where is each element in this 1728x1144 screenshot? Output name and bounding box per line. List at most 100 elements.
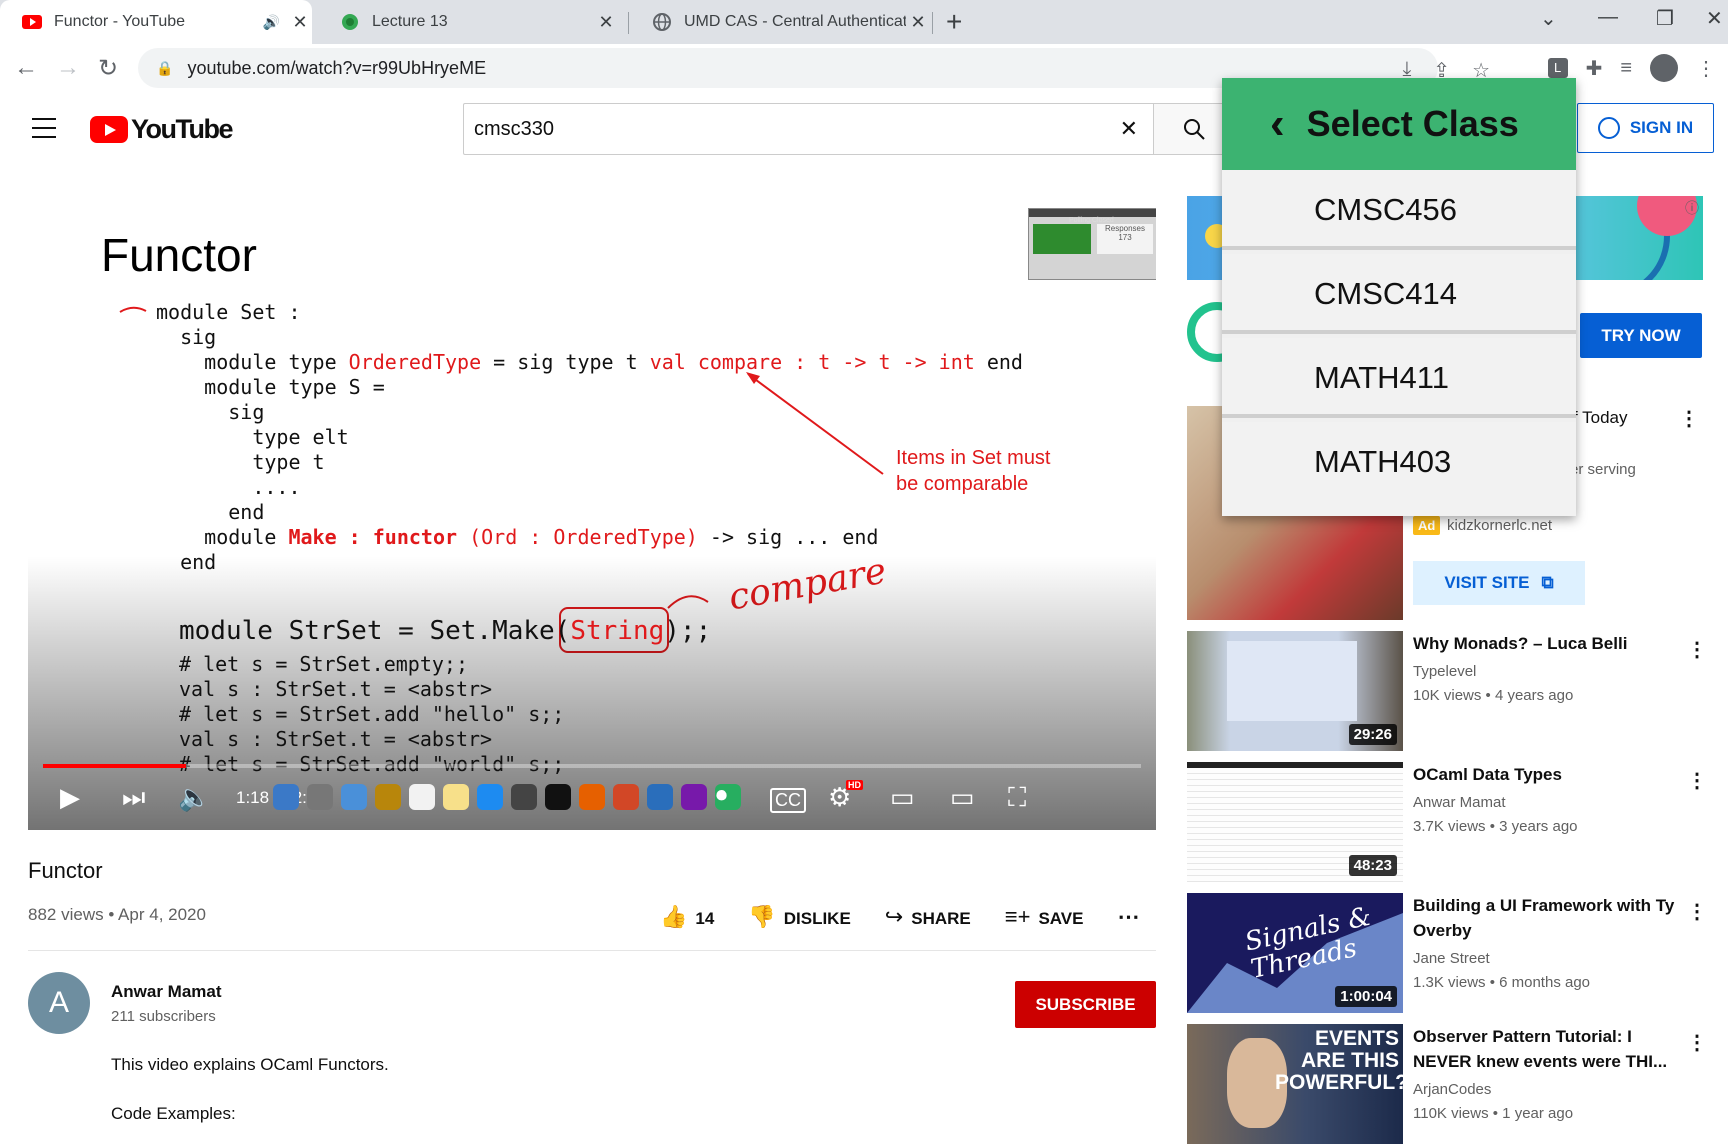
new-tab-icon[interactable]: +	[946, 6, 962, 38]
code-line: val s : StrSet.t = <abstr>	[179, 677, 493, 701]
more-options-icon[interactable]: ⋮	[1687, 768, 1707, 793]
extensions-puzzle-icon[interactable]: ✚	[1586, 56, 1603, 81]
sign-in-button[interactable]: SIGN IN	[1577, 103, 1714, 153]
dislike-button[interactable]: 👎 DISLIKE	[748, 904, 850, 930]
profile-avatar-icon[interactable]	[1650, 54, 1678, 82]
ad-more-icon[interactable]: ⋮	[1679, 406, 1699, 431]
more-options-icon[interactable]: ⋮	[1687, 1030, 1707, 1055]
url-text: youtube.com/watch?v=r99UbHryeME	[187, 57, 487, 78]
restore-icon[interactable]: ❐	[1656, 6, 1674, 31]
recommendation-channel[interactable]: ArjanCodes	[1413, 1081, 1491, 1098]
ad-title-fragment[interactable]: f Today	[1573, 408, 1628, 428]
close-window-icon[interactable]: ✕	[1706, 6, 1723, 31]
playlist-add-icon: ≡+	[1004, 904, 1031, 929]
ad-info-icon[interactable]: ⓘ	[1685, 198, 1699, 218]
class-option-cmsc456[interactable]: CMSC456	[1222, 170, 1576, 250]
channel-avatar[interactable]: A	[28, 972, 90, 1034]
recommendation-channel[interactable]: Jane Street	[1413, 950, 1490, 967]
youtube-play-logo-icon	[90, 116, 128, 143]
search-input[interactable]: cmsc330 ✕	[463, 103, 1154, 155]
minimize-icon[interactable]: —	[1598, 6, 1618, 29]
next-icon[interactable]: ⏭	[122, 782, 145, 814]
fullscreen-icon[interactable]: ⛶	[1008, 782, 1026, 814]
class-option-math403[interactable]: MATH403	[1222, 422, 1576, 516]
tab-youtube[interactable]: Functor - YouTube 🔊 ✕	[0, 0, 312, 44]
recommendation-title[interactable]: Observer Pattern Tutorial: I NEVER knew …	[1413, 1024, 1675, 1074]
polling-play-icon	[1033, 224, 1091, 254]
annotation-line: Items in Set must	[896, 447, 1051, 469]
youtube-logo[interactable]: YouTube	[90, 114, 233, 145]
miniplayer-icon[interactable]: ▭	[890, 782, 915, 813]
more-actions-icon[interactable]: ⋯	[1117, 904, 1139, 930]
forward-icon[interactable]: →	[56, 54, 80, 82]
youtube-wordmark: YouTube	[131, 114, 233, 144]
theater-mode-icon[interactable]: ▭	[950, 782, 975, 813]
recommendation-channel[interactable]: Typelevel	[1413, 663, 1476, 680]
reload-icon[interactable]: ↻	[98, 54, 118, 83]
video-thumbnail[interactable]: 29:26	[1187, 631, 1403, 751]
more-options-icon[interactable]: ⋮	[1687, 637, 1707, 662]
save-button[interactable]: ≡+ SAVE	[1005, 904, 1084, 930]
tab-title: UMD CAS - Central Authenticatio	[684, 13, 906, 30]
more-options-icon[interactable]: ⋮	[1687, 899, 1707, 924]
channel-name[interactable]: Anwar Mamat	[111, 982, 222, 1002]
video-thumbnail[interactable]: 48:23	[1187, 762, 1403, 882]
tab-umd-cas[interactable]: UMD CAS - Central Authenticatio ✕	[630, 0, 930, 44]
search-query: cmsc330	[474, 117, 555, 140]
progress-bar[interactable]	[43, 764, 1141, 768]
slide-annotation-text: Items in Set must be comparable	[896, 445, 1051, 497]
media-queue-icon[interactable]: ≡	[1620, 57, 1632, 80]
volume-icon[interactable]: 🔈	[178, 782, 210, 813]
dock-onenote-icon	[681, 784, 707, 810]
recommendation-channel[interactable]: Anwar Mamat	[1413, 794, 1506, 811]
browser-menu-icon[interactable]: ⋮	[1696, 56, 1716, 81]
video-thumbnail[interactable]: EVENTS ARE THIS POWERFUL?!	[1187, 1024, 1403, 1144]
recommendation-item[interactable]: Signals & Threads 1:00:04 Building a UI …	[1187, 893, 1707, 1013]
class-option-math411[interactable]: MATH411	[1222, 338, 1576, 418]
recommendation-item[interactable]: 29:26 Why Monads? – Luca Belli Typelevel…	[1187, 631, 1707, 751]
annotation-line: be comparable	[896, 473, 1029, 495]
visit-site-button[interactable]: VISIT SITE ⧉	[1413, 561, 1585, 605]
dock-terminal-icon	[545, 784, 571, 810]
tab-close-icon[interactable]: ✕	[594, 12, 618, 33]
dock-stickies-icon	[443, 784, 469, 810]
tab-close-icon[interactable]: ✕	[906, 12, 930, 33]
back-icon[interactable]: ←	[14, 54, 38, 82]
tab-search-chevron-icon[interactable]: ⌄	[1540, 6, 1557, 31]
clear-search-icon[interactable]: ✕	[1120, 116, 1138, 142]
subscribe-button[interactable]: SUBSCRIBE	[1015, 981, 1156, 1028]
recommendation-item[interactable]: 48:23 OCaml Data Types Anwar Mamat 3.7K …	[1187, 762, 1707, 882]
class-option-label: CMSC456	[1314, 192, 1457, 227]
class-option-cmsc414[interactable]: CMSC414	[1222, 254, 1576, 334]
recommendation-title[interactable]: OCaml Data Types	[1413, 762, 1675, 787]
recommendation-title[interactable]: Why Monads? – Luca Belli	[1413, 631, 1675, 656]
tab-strip: Functor - YouTube 🔊 ✕ Lecture 13 ✕ UMD C…	[0, 0, 1728, 44]
video-player[interactable]: Functor module Set : sig module type Ord…	[28, 196, 1156, 830]
hamburger-menu-icon[interactable]	[32, 118, 56, 145]
thumbnail-titlebar	[1187, 762, 1403, 768]
video-thumbnail[interactable]: Signals & Threads 1:00:04	[1187, 893, 1403, 1013]
polling-widget: Polling Closed Responses 173	[1028, 208, 1156, 280]
hd-badge: HD	[846, 780, 863, 790]
video-description-line: Code Examples:	[111, 1104, 236, 1123]
recommendation-item[interactable]: EVENTS ARE THIS POWERFUL?! Observer Patt…	[1187, 1024, 1707, 1144]
thumbs-down-icon: 👎	[748, 904, 776, 929]
duration-badge: 1:00:04	[1335, 986, 1397, 1007]
extension-l-icon[interactable]: L	[1547, 58, 1568, 78]
polling-responses-label: Responses	[1104, 224, 1146, 233]
share-button[interactable]: ↪ SHARE	[885, 904, 971, 930]
code-line: module StrSet = Set.Make(String);;	[179, 616, 712, 646]
like-button[interactable]: 👍 14	[660, 904, 714, 930]
lock-icon[interactable]: 🔒	[156, 60, 173, 77]
audio-playing-icon[interactable]: 🔊	[263, 14, 280, 31]
slides-favicon-icon	[340, 12, 360, 32]
autoplay-toggle-icon[interactable]: ⏺	[716, 782, 727, 808]
recommendation-title[interactable]: Building a UI Framework with Ty Overby	[1413, 893, 1675, 943]
back-chevron-icon[interactable]: ‹	[1270, 99, 1285, 149]
play-icon[interactable]: ▶	[60, 782, 80, 813]
tab-close-icon[interactable]: ✕	[288, 12, 312, 33]
tab-separator	[628, 12, 629, 34]
captions-icon[interactable]: CC	[770, 788, 806, 813]
tab-lecture-13[interactable]: Lecture 13 ✕	[318, 0, 618, 44]
try-now-button[interactable]: TRY NOW	[1580, 313, 1702, 358]
